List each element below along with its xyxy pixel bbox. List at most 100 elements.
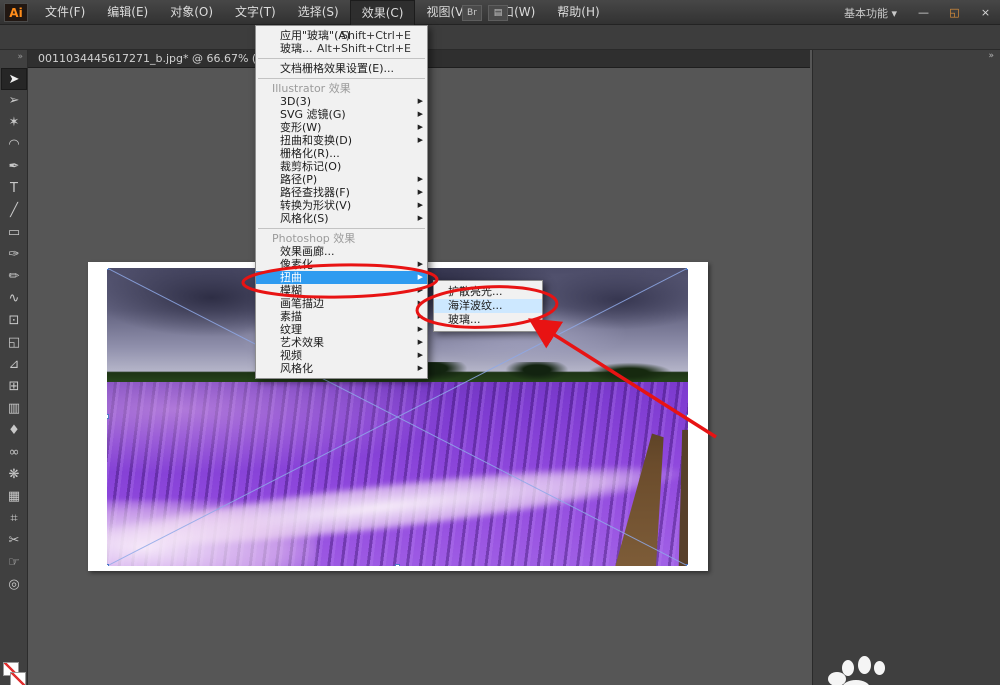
effect-menu-item[interactable]: 应用"玻璃"(A) Shift+Ctrl+E xyxy=(256,29,427,42)
menu-2[interactable]: 编辑(E) xyxy=(96,0,159,25)
selection-handle[interactable] xyxy=(686,268,688,270)
distort-submenu: 扩散亮光... 海洋波纹... 玻璃... xyxy=(433,280,543,332)
collapse-icon[interactable]: » xyxy=(0,50,27,62)
slice-tool[interactable]: ✂ xyxy=(1,530,27,552)
submenu-arrow-icon: ▶ xyxy=(417,299,423,307)
chevron-down-icon: ▾ xyxy=(891,6,897,20)
close-button[interactable]: × xyxy=(973,4,998,22)
control-bar xyxy=(0,25,1000,50)
effect-menu-item[interactable]: 扭曲和变换(D) ▶ xyxy=(256,134,427,147)
effect-menu-item[interactable]: 转换为形状(V) ▶ xyxy=(256,199,427,212)
magic-wand-tool[interactable]: ✶ xyxy=(1,112,27,134)
watermark-shape xyxy=(842,660,854,676)
selection-handle[interactable] xyxy=(686,564,688,566)
stroke-swatch-none[interactable] xyxy=(10,672,26,685)
titlebar-right: Br ▤ 基本功能 ▾ — ◱ × xyxy=(461,0,998,25)
effect-menu-item[interactable]: 视频 ▶ xyxy=(256,349,427,362)
effect-menu-item[interactable]: 裁剪标记(O) xyxy=(256,160,427,173)
hand-tool[interactable]: ☞ xyxy=(1,552,27,574)
selection-handle[interactable] xyxy=(107,564,109,566)
fill-stroke-control[interactable] xyxy=(3,662,26,685)
workspace-switcher[interactable]: 基本功能 ▾ xyxy=(844,5,897,21)
width-tool[interactable]: ∿ xyxy=(1,288,27,310)
submenu-arrow-icon: ▶ xyxy=(417,364,423,372)
tools-panel: » ➤➢✶◠✒T╱▭✑✏∿⊡◱⊿⊞▥♦∞❋▦⌗✂☞◎ ◐ xyxy=(0,50,28,685)
menu-item-ocean-ripple[interactable]: 海洋波纹... xyxy=(434,299,542,313)
pen-tool[interactable]: ✒ xyxy=(1,156,27,178)
effect-menu-item[interactable]: SVG 滤镜(G) ▶ xyxy=(256,108,427,121)
eyedropper-tool[interactable]: ♦ xyxy=(1,420,27,442)
perspective-grid-tool[interactable]: ⊿ xyxy=(1,354,27,376)
submenu-arrow-icon: ▶ xyxy=(417,351,423,359)
line-segment-tool[interactable]: ╱ xyxy=(1,200,27,222)
effect-menu-item[interactable]: 路径(P) ▶ xyxy=(256,173,427,186)
app-logo: Ai xyxy=(4,3,28,22)
selection-handle[interactable] xyxy=(686,414,688,419)
panel-dock: » xyxy=(812,50,1000,685)
effect-menu-item[interactable]: 3D(3) ▶ xyxy=(256,95,427,108)
effect-menu-item[interactable]: 像素化 ▶ xyxy=(256,258,427,271)
zoom-tool[interactable]: ◎ xyxy=(1,574,27,596)
bridge-icon[interactable]: Br xyxy=(461,4,482,21)
symbol-sprayer-tool[interactable]: ❋ xyxy=(1,464,27,486)
selection-handle[interactable] xyxy=(107,268,109,270)
column-graph-tool[interactable]: ▦ xyxy=(1,486,27,508)
effect-menu-item[interactable]: 玻璃... Alt+Shift+Ctrl+E xyxy=(256,42,427,55)
mesh-tool[interactable]: ⊞ xyxy=(1,376,27,398)
effect-menu-item[interactable]: 风格化(S) ▶ xyxy=(256,212,427,225)
rectangle-tool[interactable]: ▭ xyxy=(1,222,27,244)
direct-selection-tool[interactable]: ➢ xyxy=(1,90,27,112)
selection-handle[interactable] xyxy=(395,564,400,566)
effect-menu-item[interactable]: 风格化 ▶ xyxy=(256,362,427,375)
watermark-shape xyxy=(858,656,871,674)
effect-menu-item[interactable]: 文档栅格效果设置(E)... xyxy=(256,62,427,75)
effect-menu-dropdown: 应用"玻璃"(A) Shift+Ctrl+E 玻璃... Alt+Shift+Ctrl… xyxy=(255,25,428,379)
restore-button[interactable]: ◱ xyxy=(942,4,967,22)
submenu-arrow-icon: ▶ xyxy=(417,214,423,222)
menu-3[interactable]: 对象(O) xyxy=(159,0,224,25)
effect-menu-item[interactable]: 栅格化(R)... xyxy=(256,147,427,160)
pencil-tool[interactable]: ✏ xyxy=(1,266,27,288)
blend-tool[interactable]: ∞ xyxy=(1,442,27,464)
effect-menu-item: Photoshop 效果 xyxy=(272,232,356,245)
effect-menu-item[interactable]: 路径查找器(F) ▶ xyxy=(256,186,427,199)
graphic-styles-footer: ▨▾ ⊘ ⊞ ▯ xyxy=(0,601,986,617)
submenu-arrow-icon: ▶ xyxy=(417,136,423,144)
menu-5[interactable]: 选择(S) xyxy=(287,0,350,25)
effect-menu-item[interactable]: 素描 ▶ xyxy=(256,310,427,323)
shape-builder-tool[interactable]: ◱ xyxy=(1,332,27,354)
effect-menu-item[interactable]: 扭曲 ▶ xyxy=(256,271,427,284)
submenu-arrow-icon: ▶ xyxy=(417,201,423,209)
effect-menu-item[interactable]: 画笔描边 ▶ xyxy=(256,297,427,310)
gradient-tool[interactable]: ▥ xyxy=(1,398,27,420)
lasso-tool[interactable]: ◠ xyxy=(1,134,27,156)
menu-separator xyxy=(258,78,425,79)
submenu-arrow-icon: ▶ xyxy=(417,260,423,268)
selection-tool[interactable]: ➤ xyxy=(1,68,27,90)
title-bar: Ai 文件(F) 编辑(E) 对象(O) 文字(T) 选择(S) 效果(C) 视图(V) 窗口… xyxy=(0,0,1000,25)
effect-menu-item[interactable]: 纹理 ▶ xyxy=(256,323,427,336)
submenu-arrow-icon: ▶ xyxy=(417,312,423,320)
effect-menu-item[interactable]: 效果画廊... xyxy=(256,245,427,258)
minimize-button[interactable]: — xyxy=(911,4,936,22)
menu-item-glass[interactable]: 玻璃... xyxy=(434,313,542,327)
free-transform-tool[interactable]: ⊡ xyxy=(1,310,27,332)
effect-menu-item[interactable]: 艺术效果 ▶ xyxy=(256,336,427,349)
submenu-arrow-icon: ▶ xyxy=(417,188,423,196)
arrange-documents-icon[interactable]: ▤ xyxy=(487,4,508,21)
submenu-arrow-icon: ▶ xyxy=(417,97,423,105)
submenu-arrow-icon: ▶ xyxy=(417,273,423,281)
submenu-arrow-icon: ▶ xyxy=(417,123,423,131)
collapse-panels-icon[interactable]: » xyxy=(988,51,994,61)
artboard-tool[interactable]: ⌗ xyxy=(1,508,27,530)
type-tool[interactable]: T xyxy=(1,178,27,200)
effect-menu-item[interactable]: 模糊 ▶ xyxy=(256,284,427,297)
effect-menu-item[interactable]: 变形(W) ▶ xyxy=(256,121,427,134)
menu-6[interactable]: 效果(C) xyxy=(349,0,416,25)
menu-1[interactable]: 文件(F) xyxy=(34,0,96,25)
paintbrush-tool[interactable]: ✑ xyxy=(1,244,27,266)
menu-4[interactable]: 文字(T) xyxy=(224,0,287,25)
selection-handle[interactable] xyxy=(107,414,109,419)
menu-item-diffuse-glow[interactable]: 扩散亮光... xyxy=(434,285,542,299)
submenu-arrow-icon: ▶ xyxy=(417,338,423,346)
